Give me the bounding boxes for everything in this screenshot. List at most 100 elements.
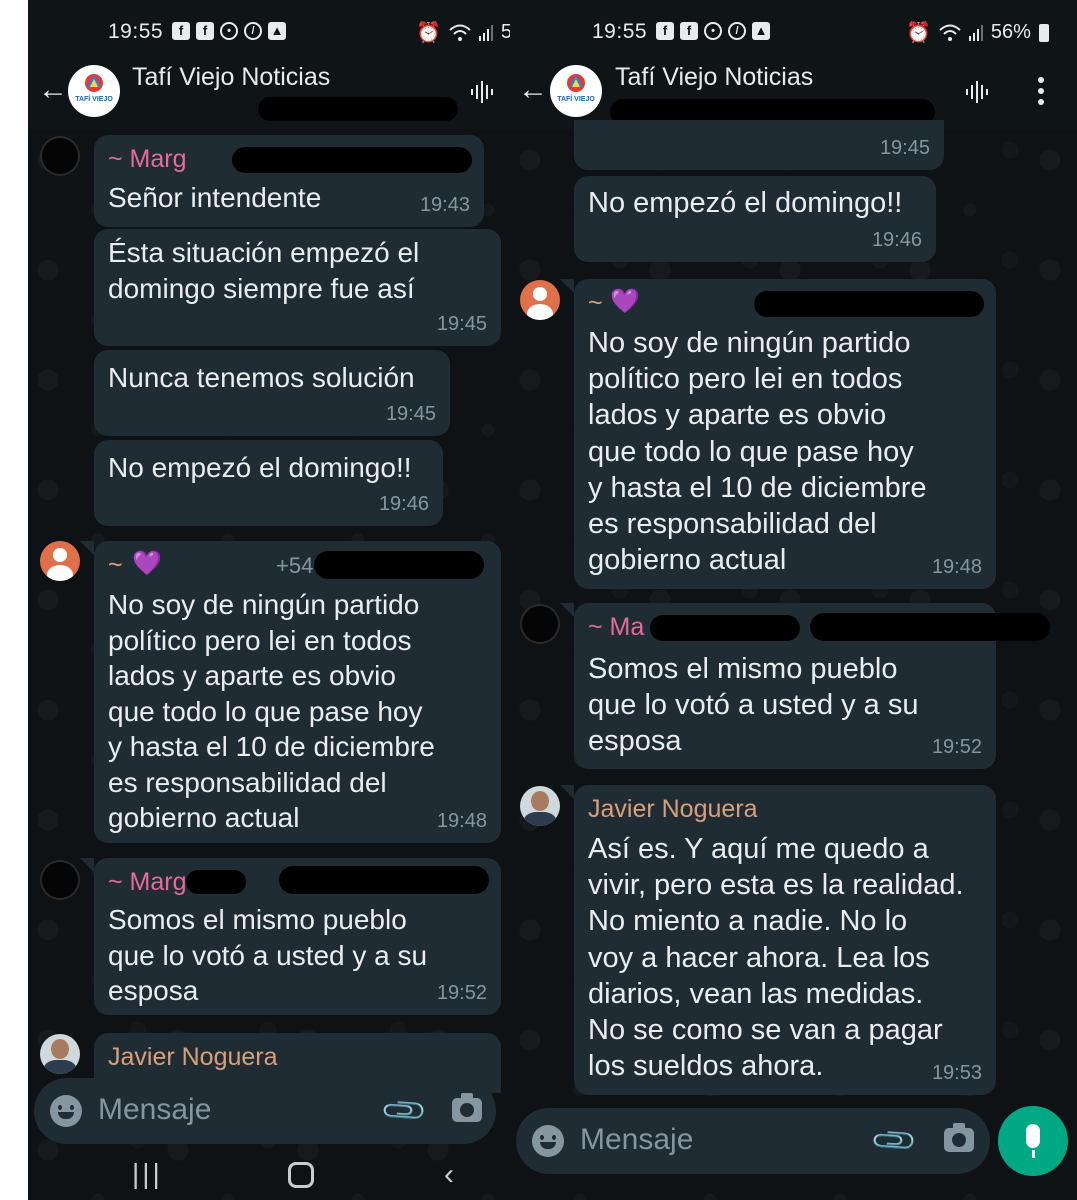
message-bubble[interactable]: No empezó el domingo!! 19:46 (574, 176, 936, 262)
member-avatar[interactable] (40, 1034, 80, 1074)
group-avatar[interactable]: TAFÍ VIEJO (550, 65, 602, 117)
member-avatar[interactable] (40, 860, 80, 900)
purple-heart-icon: 💜 (132, 550, 162, 577)
sender-name[interactable]: ~ Ma (588, 613, 644, 642)
camera-icon[interactable] (944, 1123, 974, 1152)
redaction (810, 613, 1050, 641)
message-bubble[interactable]: Javier Noguera Así es. Y aquí me quedo a… (574, 785, 996, 1095)
message-bubble[interactable]: 19:45 (574, 120, 944, 170)
system-status: ⏰ 56% (906, 20, 1049, 45)
clock-icon: / (728, 22, 746, 40)
camera-icon[interactable] (452, 1093, 482, 1122)
group-avatar[interactable]: TAFÍ VIEJO (68, 65, 120, 117)
message-input[interactable]: Mensaje (98, 1093, 211, 1127)
more-options-icon[interactable] (1037, 77, 1045, 105)
message-bubble[interactable]: Nunca tenemos solución 19:45 (94, 350, 450, 436)
message-time: 19:45 (879, 137, 930, 159)
facebook-icon: f (656, 22, 674, 40)
redaction (650, 615, 800, 641)
member-avatar[interactable] (520, 786, 560, 826)
message-time: 19:45 (436, 313, 487, 335)
signal-icon (478, 24, 493, 41)
status-bar: 19:55 f f • / ▲ ⏰ 5( (28, 12, 510, 52)
message-bubble[interactable]: ~ 💜 No soy de ningún partido político pe… (574, 279, 996, 589)
message-time: 19:46 (378, 493, 429, 515)
wifi-icon (449, 24, 471, 41)
nav-back-icon[interactable]: ‹ (444, 1158, 454, 1192)
message-bubble[interactable]: ~ 💜 +54 No soy de ningún partido polític… (94, 541, 501, 843)
member-avatar[interactable] (520, 280, 560, 320)
message-time: 19:48 (436, 810, 487, 832)
message-input-bar[interactable]: Mensaje 📎 (516, 1108, 990, 1174)
facebook-icon: f (680, 22, 698, 40)
redaction (754, 291, 984, 317)
notification-icons: f f • / ▲ (656, 22, 770, 40)
redaction (279, 866, 489, 894)
battery-text: 5( (500, 21, 510, 43)
logo-text: TAFÍ VIEJO (557, 94, 595, 103)
sender-name[interactable]: Javier Noguera (108, 1043, 278, 1072)
bubble-tail (560, 279, 574, 293)
message-bubble[interactable]: Ésta situación empezó el domingo siempre… (94, 229, 501, 346)
recent-apps-icon[interactable]: ||| (132, 1158, 163, 1190)
message-text: No soy de ningún partido político pero l… (108, 589, 435, 833)
status-time: 19:55 (108, 20, 164, 43)
image-icon: ▲ (268, 22, 286, 40)
message-bubble[interactable]: ~ Ma Somos el mismo pueblo que lo votó a… (574, 603, 1050, 769)
clock-icon: / (244, 22, 262, 40)
sender-name[interactable]: ~ Marg (108, 868, 187, 897)
back-arrow-icon[interactable]: ← (518, 75, 548, 105)
message-input-bar[interactable]: Mensaje 📎 (34, 1078, 496, 1144)
back-arrow-icon[interactable]: ← (38, 75, 68, 105)
message-text: No empezó el domingo!! (588, 187, 903, 219)
redaction (232, 147, 472, 173)
message-text: No soy de ningún partido político pero l… (588, 327, 927, 577)
message-text: Somos el mismo pueblo que lo votó a uste… (588, 653, 919, 758)
android-nav-bar: ||| ‹ (28, 1150, 510, 1200)
message-text: Ésta situación empezó el domingo siempre… (108, 237, 420, 304)
group-title[interactable]: Tafí Viejo Noticias (615, 63, 813, 92)
message-text: Señor intendente (108, 182, 322, 213)
redaction (314, 551, 484, 579)
message-bubble[interactable]: ~ Marg Somos el mismo pueblo que lo votó… (94, 858, 501, 1015)
sender-phone: +54 (276, 553, 314, 578)
sender-name[interactable]: ~ (108, 551, 123, 580)
alarm-icon: ⏰ (906, 22, 931, 44)
system-status: ⏰ 5( (416, 20, 510, 45)
chat-header: ← TAFÍ VIEJO Tafí Viejo Noticias (28, 55, 510, 130)
purple-heart-icon: 💜 (610, 288, 640, 315)
voice-message-button[interactable] (998, 1106, 1068, 1176)
message-input[interactable]: Mensaje (580, 1123, 693, 1157)
bubble-tail (560, 785, 574, 799)
signal-icon (968, 24, 983, 41)
voice-chat-icon[interactable] (470, 79, 496, 105)
sender-name[interactable]: Javier Noguera (588, 795, 758, 824)
notification-icons: f f • / ▲ (172, 22, 286, 40)
member-avatar[interactable] (40, 136, 80, 176)
paperclip-icon[interactable]: 📎 (379, 1086, 430, 1137)
paperclip-icon[interactable]: 📎 (869, 1116, 920, 1167)
sender-name[interactable]: ~ Marg (108, 145, 187, 174)
bubble-tail (80, 858, 94, 872)
chat-header: ← TAFÍ VIEJO Tafí Viejo Noticias (510, 55, 1077, 130)
home-icon[interactable] (288, 1162, 314, 1188)
message-text: Somos el mismo pueblo que lo votó a uste… (108, 904, 428, 1006)
emoji-icon[interactable] (50, 1095, 82, 1127)
logo-text: TAFÍ VIEJO (75, 94, 113, 103)
group-title[interactable]: Tafí Viejo Noticias (132, 63, 330, 92)
message-time: 19:46 (871, 229, 922, 251)
status-bar: 19:55 f f • / ▲ ⏰ 56% (510, 12, 1077, 52)
member-avatar[interactable] (520, 604, 560, 644)
message-bubble[interactable]: ~ Marg Señor intendente 19:43 (94, 135, 484, 227)
emoji-icon[interactable] (532, 1125, 564, 1157)
message-text: Nunca tenemos solución (108, 362, 415, 393)
status-time: 19:55 (592, 20, 648, 43)
redaction (258, 97, 458, 121)
member-avatar[interactable] (40, 541, 80, 581)
voice-chat-icon[interactable] (965, 79, 991, 105)
sender-name[interactable]: ~ (588, 289, 603, 318)
message-bubble[interactable]: No empezó el domingo!! 19:46 (94, 440, 443, 526)
bubble-tail (80, 541, 94, 555)
facebook-icon: f (196, 22, 214, 40)
battery-text: 56% (990, 21, 1031, 43)
